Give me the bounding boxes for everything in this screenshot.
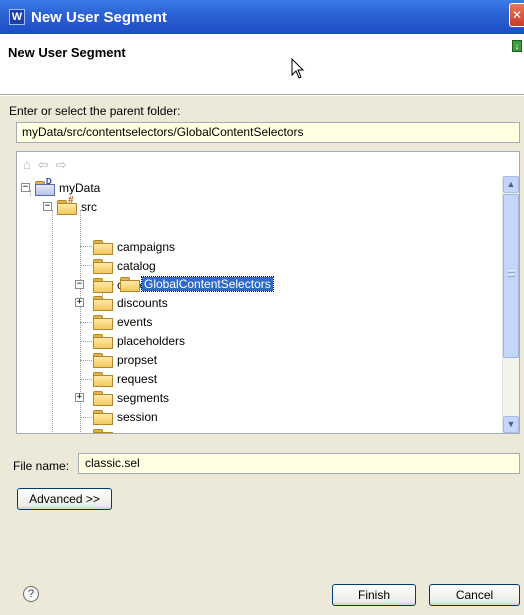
tree-node-label: placeholders: [117, 333, 186, 348]
header-divider: [0, 94, 524, 96]
tree-node-label: discounts: [117, 295, 168, 310]
tree-node-label: events: [117, 314, 153, 329]
file-name-label: File name:: [13, 459, 70, 473]
tree-node[interactable]: campaigns: [93, 237, 177, 256]
tree-node-label: session: [117, 409, 158, 424]
tree-node-label: catalog: [117, 258, 156, 273]
tree-node[interactable]: − D myData: [17, 177, 102, 197]
folder-icon: [93, 240, 113, 255]
folder-icon: [93, 410, 113, 425]
tree-node-label: myData: [59, 180, 101, 195]
tree-node[interactable]: − # src: [17, 195, 99, 216]
folder-icon: [93, 372, 113, 387]
finish-button[interactable]: Finish: [332, 584, 416, 606]
folder-icon: [93, 296, 113, 311]
parent-folder-input[interactable]: myData/src/contentselectors/GlobalConten…: [16, 122, 520, 143]
folder-icon: [93, 353, 113, 368]
tree-node[interactable]: [93, 426, 115, 433]
tree-node[interactable]: request: [93, 369, 159, 388]
dialog-header: New User Segment ↓: [0, 34, 524, 94]
tree-guide: [80, 246, 92, 247]
tree-node-label: campaigns: [117, 239, 176, 254]
close-button[interactable]: ✕: [509, 3, 524, 27]
tree-guide: [80, 341, 92, 342]
project-folder-icon: D: [35, 177, 55, 196]
parent-folder-label: Enter or select the parent folder:: [9, 104, 181, 118]
tree-node[interactable]: catalog: [93, 256, 158, 275]
tree-node-label: GlobalContentSelectors: [141, 275, 274, 292]
help-icon[interactable]: ?: [23, 586, 39, 602]
tree-node[interactable]: session: [93, 407, 160, 426]
tree-node[interactable]: events: [93, 312, 154, 331]
expand-toggle[interactable]: +: [75, 298, 84, 307]
tree-scrollbar[interactable]: ▲ ▼: [502, 176, 519, 433]
folder-icon: [93, 334, 113, 349]
tree-guide: [80, 417, 92, 418]
folder-icon: [93, 391, 113, 406]
window-title: New User Segment: [31, 8, 167, 26]
tree-guide: [80, 265, 92, 266]
scroll-thumb[interactable]: [503, 194, 519, 358]
page-title: New User Segment: [8, 45, 126, 60]
advanced-button[interactable]: Advanced >>: [17, 488, 112, 510]
folder-icon: [93, 429, 113, 433]
folder-icon: [93, 259, 113, 274]
scroll-down-button[interactable]: ▼: [503, 416, 519, 433]
window-titlebar: W New User Segment ✕: [0, 0, 524, 34]
expand-toggle[interactable]: +: [75, 393, 84, 402]
app-logo-icon: W: [9, 9, 25, 25]
tree-node-label: segments: [117, 390, 170, 405]
tree-guide: [80, 360, 92, 361]
tree-nav-bar: ⌂ ⇦ ⇨: [23, 155, 67, 175]
collapse-toggle[interactable]: −: [43, 202, 52, 211]
tree-guide: [80, 322, 92, 323]
collapse-toggle[interactable]: −: [21, 183, 30, 192]
tree-node-label: propset: [117, 352, 158, 367]
tree-node-label: src: [81, 199, 97, 214]
folder-icon: [93, 278, 113, 293]
tree-node[interactable]: + segments: [17, 388, 171, 407]
tree-node[interactable]: propset: [93, 350, 159, 369]
back-arrow-icon[interactable]: ⇦: [38, 156, 49, 174]
source-folder-icon: #: [57, 195, 77, 215]
tree-node[interactable]: + discounts: [17, 293, 170, 312]
forward-arrow-icon[interactable]: ⇨: [56, 156, 67, 174]
collapse-toggle[interactable]: −: [75, 280, 84, 289]
tree-node[interactable]: placeholders: [93, 331, 187, 350]
file-name-input[interactable]: classic.sel: [78, 453, 520, 474]
wizard-banner-icon: ↓: [512, 40, 522, 52]
home-icon[interactable]: ⌂: [23, 156, 31, 174]
folder-icon: [120, 277, 140, 292]
tree-node-label: request: [117, 371, 158, 386]
scroll-up-button[interactable]: ▲: [503, 176, 519, 193]
mouse-cursor-icon: [291, 58, 305, 79]
tree-node-selected[interactable]: GlobalContentSelectors: [120, 274, 274, 293]
folder-icon: [93, 315, 113, 330]
tree-guide: [80, 379, 92, 380]
cancel-button[interactable]: Cancel: [429, 584, 520, 606]
folder-tree[interactable]: ⌂ ⇦ ⇨ − D myData − # src campaigns catal…: [16, 151, 520, 434]
